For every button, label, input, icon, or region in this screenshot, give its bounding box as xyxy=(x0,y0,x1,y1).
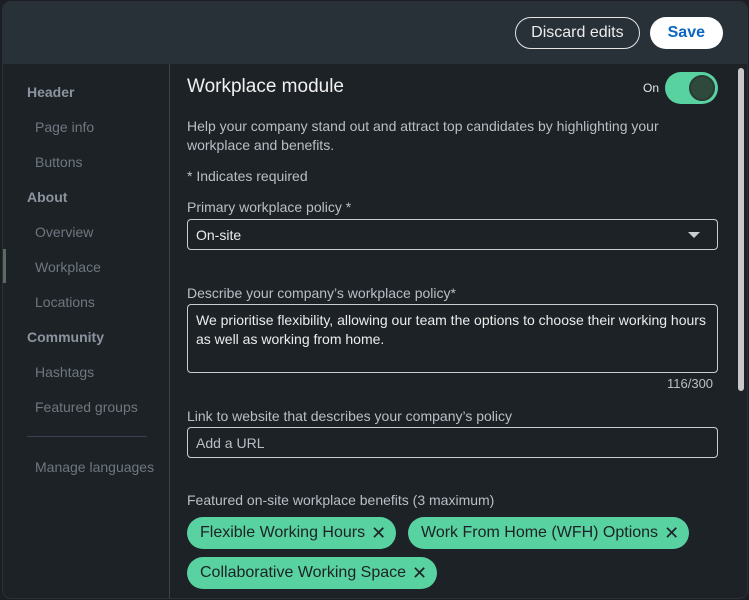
sidebar-section-community[interactable]: Community xyxy=(27,329,104,345)
save-button[interactable]: Save xyxy=(649,17,723,49)
sidebar-item-workplace[interactable]: Workplace xyxy=(35,259,101,275)
sidebar-item-featured-groups[interactable]: Featured groups xyxy=(35,399,138,415)
module-toggle[interactable] xyxy=(665,72,718,104)
sidebar-item-page-info[interactable]: Page info xyxy=(35,119,94,135)
benefit-chip-label: Flexible Working Hours xyxy=(200,524,366,541)
module-title: Workplace module xyxy=(187,76,345,97)
policy-url-input[interactable]: Add a URL xyxy=(187,427,718,458)
benefit-chip-flexible-hours[interactable]: Flexible Working Hours ✕ xyxy=(187,517,397,549)
sidebar-section-header[interactable]: Header xyxy=(27,84,74,100)
module-description: Help your company stand out and attract … xyxy=(187,118,659,153)
character-counter: 116/300 xyxy=(667,376,714,391)
url-placeholder: Add a URL xyxy=(196,434,265,451)
sidebar-item-manage-languages[interactable]: Manage languages xyxy=(35,459,154,475)
toggle-label: On xyxy=(643,81,660,95)
sidebar-active-indicator xyxy=(3,249,6,283)
workplace-policy-value: On-site xyxy=(196,226,242,243)
link-label: Link to website that describes your comp… xyxy=(187,408,513,424)
toggle-knob xyxy=(689,75,715,101)
benefit-chip-wfh[interactable]: Work From Home (WFH) Options ✕ xyxy=(408,517,690,549)
sidebar-divider xyxy=(27,436,147,437)
discard-edits-button[interactable]: Discard edits xyxy=(515,17,640,49)
sidebar-item-overview[interactable]: Overview xyxy=(35,224,93,240)
required-note: * Indicates required xyxy=(187,168,308,184)
close-icon[interactable]: ✕ xyxy=(412,564,427,582)
benefits-label: Featured on-site workplace benefits (3 m… xyxy=(187,492,495,508)
sidebar-section-about[interactable]: About xyxy=(27,189,67,205)
scrollbar-thumb[interactable] xyxy=(738,68,744,391)
workplace-module-form: Workplace module On Help your company st… xyxy=(171,64,735,598)
modal-header: Discard edits Save xyxy=(3,2,747,64)
policy-label: Primary workplace policy * xyxy=(187,199,352,215)
sidebar-item-locations[interactable]: Locations xyxy=(35,294,95,310)
close-icon[interactable]: ✕ xyxy=(371,524,386,542)
caret-down-icon xyxy=(688,232,700,238)
workplace-policy-select[interactable]: On-site xyxy=(187,219,718,250)
close-icon[interactable]: ✕ xyxy=(664,524,679,542)
describe-policy-label: Describe your company’s workplace policy… xyxy=(187,285,456,301)
sidebar-nav: Header Page info Buttons About Overview … xyxy=(3,64,170,598)
benefit-chip-label: Collaborative Working Space xyxy=(200,564,407,581)
sidebar-item-hashtags[interactable]: Hashtags xyxy=(35,364,94,380)
benefit-chip-collaborative-space[interactable]: Collaborative Working Space ✕ xyxy=(187,557,438,589)
edit-page-modal: Discard edits Save Header Page info Butt… xyxy=(3,2,747,598)
benefit-chip-label: Work From Home (WFH) Options xyxy=(421,524,659,541)
sidebar-item-buttons[interactable]: Buttons xyxy=(35,154,82,170)
describe-policy-textarea[interactable]: We prioritise flexibility, allowing our … xyxy=(187,304,718,373)
scrollbar[interactable] xyxy=(735,64,747,598)
